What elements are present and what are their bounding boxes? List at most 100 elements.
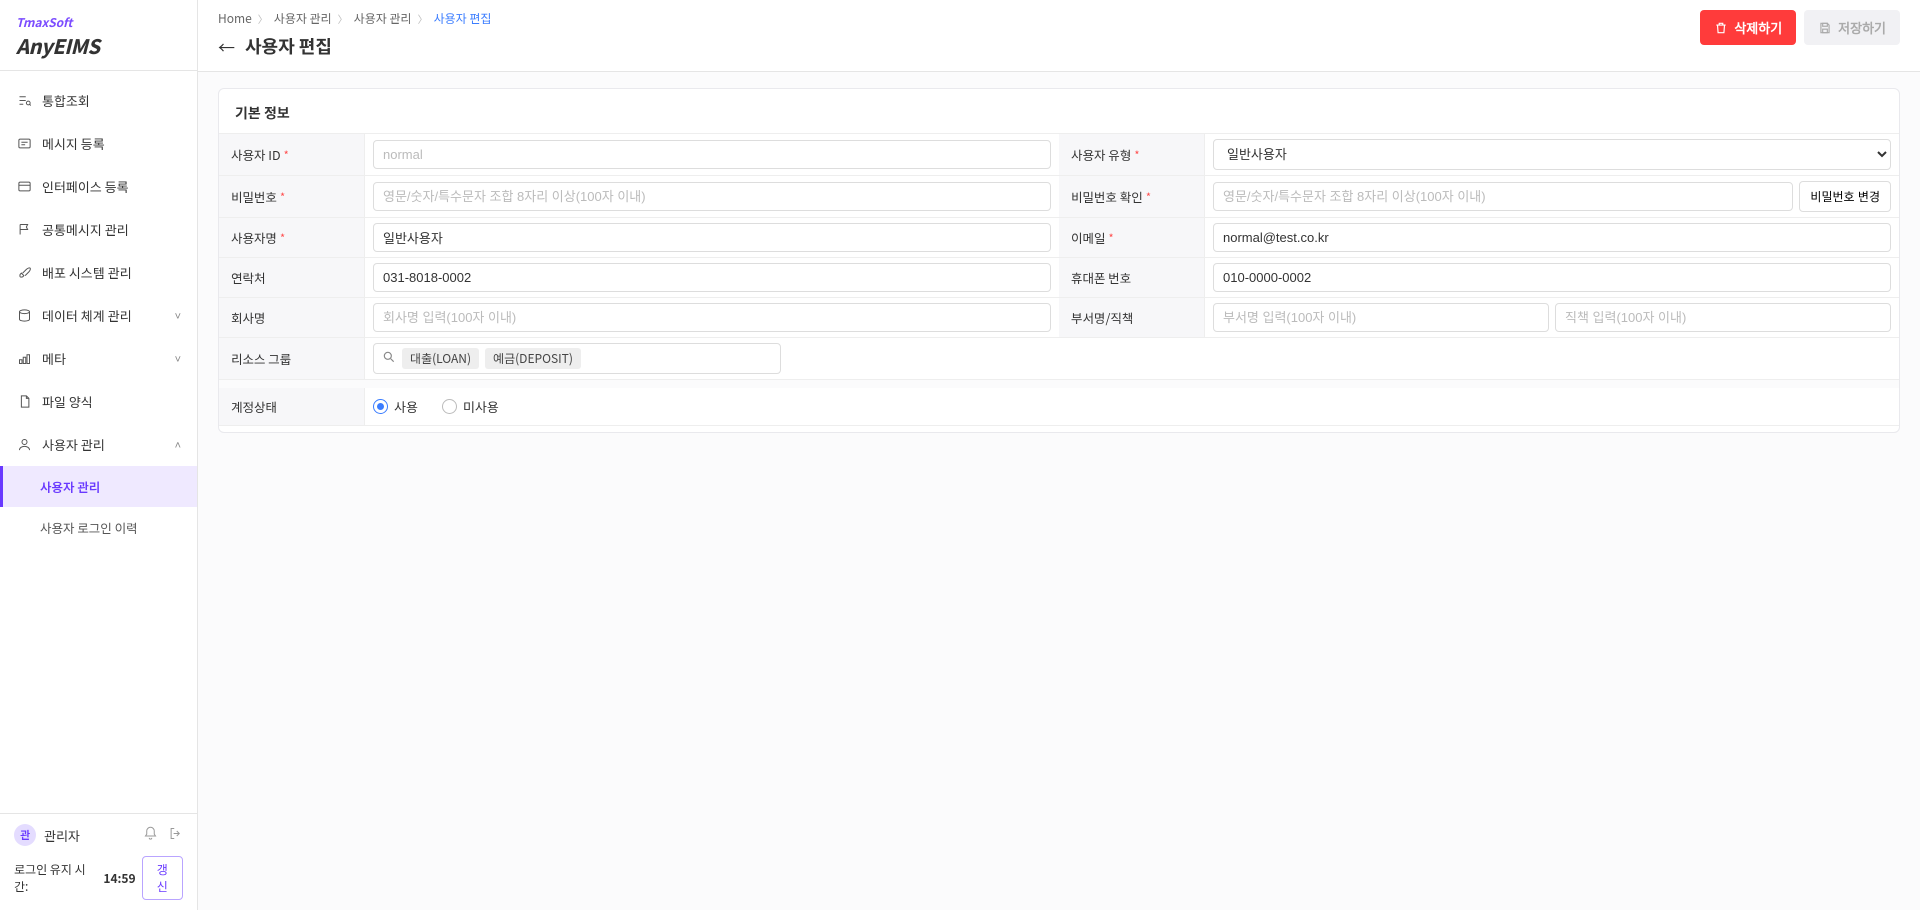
login-label: 로그인 유지 시간: <box>14 861 97 895</box>
contact-input[interactable] <box>373 263 1051 292</box>
field-dept-title <box>1205 298 1899 338</box>
nav-item-interface[interactable]: 인터페이스 등록 <box>0 165 197 208</box>
nav: 통합조회 메시지 등록 인터페이스 등록 공통메시지 관리 배포 시스템 관리 … <box>0 71 197 813</box>
page-title: 사용자 편집 <box>245 33 332 59</box>
chevron-right-icon: 〉 <box>418 11 428 26</box>
field-password <box>365 176 1059 218</box>
delete-button[interactable]: 삭제하기 <box>1700 10 1796 45</box>
resource-tag[interactable]: 예금(DEPOSIT) <box>485 348 581 369</box>
nav-item-users[interactable]: 사용자 관리 ˄ <box>0 423 197 466</box>
crumb-current: 사용자 편집 <box>434 10 492 27</box>
field-user-type: 일반사용자 <box>1205 134 1899 176</box>
label-user-id: 사용자 ID* <box>219 134 365 176</box>
nav-item-deploy[interactable]: 배포 시스템 관리 <box>0 251 197 294</box>
chevron-down-icon: ˅ <box>175 351 181 367</box>
sidebar: TmaxSoft AnyEIMS 통합조회 메시지 등록 인터페이스 등록 공통… <box>0 0 198 910</box>
nav-item-common-msg[interactable]: 공통메시지 관리 <box>0 208 197 251</box>
status-option-inactive[interactable]: 미사용 <box>442 397 499 416</box>
save-icon <box>1818 21 1832 35</box>
avatar: 관 <box>14 824 36 846</box>
chevron-right-icon: 〉 <box>338 11 348 26</box>
label-mobile: 휴대폰 번호 <box>1059 258 1205 298</box>
logout-icon[interactable] <box>168 826 183 845</box>
nav-label: 파일 양식 <box>42 392 93 411</box>
nav-item-search[interactable]: 통합조회 <box>0 79 197 122</box>
change-password-button[interactable]: 비밀번호 변경 <box>1799 181 1891 212</box>
nav-item-file[interactable]: 파일 양식 <box>0 380 197 423</box>
top-actions: 삭제하기 저장하기 <box>1700 10 1900 45</box>
radio-icon <box>373 399 388 414</box>
login-time: 14:59 <box>103 870 135 887</box>
chevron-right-icon: 〉 <box>258 11 268 26</box>
rocket-icon <box>16 265 32 281</box>
bell-icon[interactable] <box>143 826 158 845</box>
form-panel: 기본 정보 사용자 ID* 사용자 유형* 일반사용자 비밀번호* <box>218 88 1900 433</box>
field-mobile <box>1205 258 1899 298</box>
crumb[interactable]: 사용자 관리 <box>354 10 412 27</box>
content: 기본 정보 사용자 ID* 사용자 유형* 일반사용자 비밀번호* <box>198 72 1920 910</box>
status-grid: 계정상태 사용 미사용 <box>219 380 1899 426</box>
nav-item-message[interactable]: 메시지 등록 <box>0 122 197 165</box>
interface-icon <box>16 179 32 195</box>
login-time-row: 로그인 유지 시간: 14:59 갱신 <box>14 856 183 900</box>
label-password: 비밀번호* <box>219 176 365 218</box>
chevron-up-icon: ˄ <box>175 437 181 453</box>
field-password-confirm: 비밀번호 변경 <box>1205 176 1899 218</box>
nav-sub-user-mgmt[interactable]: 사용자 관리 <box>0 466 197 507</box>
user-icon <box>16 437 32 453</box>
label-contact: 연락처 <box>219 258 365 298</box>
nav-label: 공통메시지 관리 <box>42 220 129 239</box>
search-icon <box>382 349 396 368</box>
user-name-input[interactable] <box>373 223 1051 252</box>
brand-top: TmaxSoft <box>16 14 181 31</box>
field-resource-group: 대출(LOAN) 예금(DEPOSIT) <box>365 338 1899 380</box>
field-account-status: 사용 미사용 <box>365 388 1899 426</box>
footer-username: 관리자 <box>44 826 80 845</box>
label-email: 이메일* <box>1059 218 1205 258</box>
nav-item-data[interactable]: 데이터 체계 관리 ˅ <box>0 294 197 337</box>
flag-icon <box>16 222 32 238</box>
user-id-input[interactable] <box>373 140 1051 169</box>
delete-label: 삭제하기 <box>1734 18 1782 37</box>
main: Home 〉 사용자 관리 〉 사용자 관리 〉 사용자 편집 ← 사용자 편집… <box>198 0 1920 910</box>
field-user-id <box>365 134 1059 176</box>
resource-group-input[interactable]: 대출(LOAN) 예금(DEPOSIT) <box>373 343 781 374</box>
radio-label: 미사용 <box>463 397 499 416</box>
nav-item-meta[interactable]: 메타 ˅ <box>0 337 197 380</box>
company-input[interactable] <box>373 303 1051 332</box>
title-row: ← 사용자 편집 <box>218 33 1700 59</box>
field-company <box>365 298 1059 338</box>
label-account-status: 계정상태 <box>219 388 365 426</box>
breadcrumb: Home 〉 사용자 관리 〉 사용자 관리 〉 사용자 편집 <box>218 10 1700 27</box>
mobile-input[interactable] <box>1213 263 1891 292</box>
title-input[interactable] <box>1555 303 1891 332</box>
save-button[interactable]: 저장하기 <box>1804 10 1900 45</box>
status-option-active[interactable]: 사용 <box>373 397 418 416</box>
brand-bottom: AnyEIMS <box>16 31 181 60</box>
form-grid: 사용자 ID* 사용자 유형* 일반사용자 비밀번호* 비밀번호 확인* <box>219 133 1899 380</box>
refresh-button[interactable]: 갱신 <box>142 856 183 900</box>
label-password-confirm: 비밀번호 확인* <box>1059 176 1205 218</box>
user-type-select[interactable]: 일반사용자 <box>1213 139 1891 170</box>
sidebar-footer: 관 관리자 로그인 유지 시간: 14:59 갱신 <box>0 813 197 910</box>
field-user-name <box>365 218 1059 258</box>
nav-sub-label: 사용자 관리 <box>40 477 100 496</box>
back-arrow-icon[interactable]: ← <box>218 34 235 59</box>
nav-sub-login-history[interactable]: 사용자 로그인 이력 <box>0 507 197 548</box>
password-confirm-input[interactable] <box>1213 182 1793 211</box>
field-email <box>1205 218 1899 258</box>
footer-user-row: 관 관리자 <box>14 824 183 846</box>
password-input[interactable] <box>373 182 1051 211</box>
nav-label: 메시지 등록 <box>42 134 105 153</box>
panel-title: 기본 정보 <box>219 89 1899 133</box>
crumb[interactable]: 사용자 관리 <box>274 10 332 27</box>
radio-label: 사용 <box>394 397 418 416</box>
nav-label: 인터페이스 등록 <box>42 177 129 196</box>
email-input[interactable] <box>1213 223 1891 252</box>
resource-tag[interactable]: 대출(LOAN) <box>402 348 479 369</box>
crumb[interactable]: Home <box>218 10 252 27</box>
label-dept-title: 부서명/직책 <box>1059 298 1205 338</box>
dept-input[interactable] <box>1213 303 1549 332</box>
nav-sub-label: 사용자 로그인 이력 <box>40 518 138 537</box>
nav-label: 사용자 관리 <box>42 435 105 454</box>
